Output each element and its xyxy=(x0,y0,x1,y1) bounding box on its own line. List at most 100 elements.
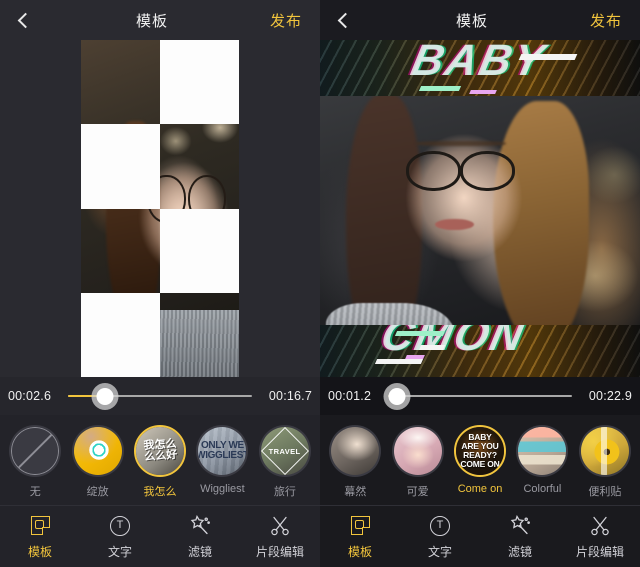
scissors-icon xyxy=(268,514,292,538)
template-label: 我怎么 xyxy=(143,486,177,498)
chevron-left-icon xyxy=(337,12,353,28)
template-thumbnail xyxy=(71,425,124,477)
nav-label: 文字 xyxy=(427,544,452,559)
template-thumbnail: ONLY WE WIGGLIEST xyxy=(196,425,249,477)
no-template-icon xyxy=(11,427,60,475)
page-title: 模板 xyxy=(135,12,168,30)
total-time: 00:16.7 xyxy=(268,389,312,403)
template-item-note[interactable]: 便利贴 xyxy=(574,425,636,499)
template-thumbnail xyxy=(516,425,569,477)
template-label: Wiggliest xyxy=(200,483,245,495)
nav-label: 滤镜 xyxy=(507,544,532,559)
nav-item-template[interactable]: 模板 xyxy=(320,514,400,560)
back-button[interactable] xyxy=(320,0,366,40)
nav-item-filter[interactable]: 滤镜 xyxy=(160,514,240,560)
glitch-band-bottom: CMON xyxy=(320,325,640,377)
video-preview-left[interactable] xyxy=(0,40,320,377)
filter-wand-icon xyxy=(188,514,212,538)
nav-label: 模板 xyxy=(27,544,52,559)
thumbnail-art xyxy=(331,427,380,475)
bottom-nav-left: 模板 T 文字 滤镜 片段编辑 xyxy=(0,505,320,567)
template-label: 可爱 xyxy=(406,486,429,498)
thumbnail-art: ONLY WE WIGGLIEST xyxy=(196,427,249,475)
template-thumbnail: BABY ARE YOU READY? COME ON xyxy=(454,425,507,477)
template-label: 幕然 xyxy=(344,486,367,498)
total-time: 00:22.9 xyxy=(588,389,632,403)
nav-item-text[interactable]: T 文字 xyxy=(80,514,160,560)
thumbnail-art xyxy=(393,427,442,475)
template-label: 旅行 xyxy=(273,486,296,498)
current-time: 00:01.2 xyxy=(328,389,372,403)
template-label: Come on xyxy=(457,483,503,495)
template-carousel-left[interactable]: 无 绽放 我怎么 么么好 我怎么 ONLY WE WIGGLIEST Wiggl… xyxy=(0,415,320,505)
nav-item-text[interactable]: T 文字 xyxy=(400,514,480,560)
publish-button[interactable]: 发布 xyxy=(258,10,320,31)
thumbnail-art: TRAVEL xyxy=(260,427,309,475)
template-label: 绽放 xyxy=(86,486,109,498)
bottom-nav-right: 模板 T 文字 滤镜 片段编辑 xyxy=(320,505,640,567)
template-thumbnail xyxy=(578,425,631,477)
nav-label: 模板 xyxy=(347,544,372,559)
template-label: 便利贴 xyxy=(588,486,622,498)
thumbnail-art: 我怎么 么么好 xyxy=(136,427,185,475)
filter-wand-icon xyxy=(508,514,532,538)
thumbnail-art: BABY ARE YOU READY? COME ON xyxy=(456,427,505,475)
template-label: Colorful xyxy=(523,483,562,495)
template-carousel-right[interactable]: 幕然 可爱 BABY ARE YOU READY? COME ON Come on xyxy=(320,415,640,505)
scissors-icon xyxy=(588,514,612,538)
template-thumbnail xyxy=(329,425,382,477)
template-item-muran[interactable]: 幕然 xyxy=(324,425,386,499)
nav-label: 文字 xyxy=(107,544,132,559)
template-item-none[interactable]: 无 xyxy=(4,425,66,499)
template-item-wozenme[interactable]: 我怎么 么么好 我怎么 xyxy=(129,425,191,499)
app-header: 模板 发布 xyxy=(0,0,320,40)
timeline-left: 00:02.6 00:16.7 xyxy=(0,377,320,415)
current-time: 00:02.6 xyxy=(8,389,52,403)
template-icon xyxy=(348,514,372,538)
video-stage xyxy=(81,40,239,377)
template-item-comeon[interactable]: BABY ARE YOU READY? COME ON Come on xyxy=(449,425,511,495)
nav-item-template[interactable]: 模板 xyxy=(0,514,80,560)
template-item-travel[interactable]: TRAVEL 旅行 xyxy=(254,425,316,499)
template-item-colorful[interactable]: Colorful xyxy=(511,425,573,495)
template-item-zhanfang[interactable]: 绽放 xyxy=(66,425,128,499)
app-header: 模板 发布 xyxy=(320,0,640,40)
timeline-right: 00:01.2 00:22.9 xyxy=(320,377,640,415)
template-item-keai[interactable]: 可爱 xyxy=(386,425,448,499)
thumbnail-art xyxy=(73,427,122,475)
nav-label: 片段编辑 xyxy=(575,544,624,559)
template-label: 无 xyxy=(29,486,41,498)
timeline-scrubber[interactable] xyxy=(388,377,572,415)
thumbnail-art xyxy=(518,427,567,475)
timeline-handle[interactable] xyxy=(388,387,406,405)
chevron-left-icon xyxy=(17,12,33,28)
video-preview-right[interactable]: BABY CMON xyxy=(320,40,640,377)
checkerboard-transition-overlay xyxy=(81,40,239,377)
template-thumbnail: 我怎么 么么好 xyxy=(134,425,187,477)
template-thumbnail xyxy=(9,425,62,477)
nav-label: 滤镜 xyxy=(187,544,212,559)
page-title: 模板 xyxy=(455,12,488,30)
phone-screen-right: 模板 发布 BABY CMON 00:01.2 00:22.9 幕然 可爱 BA… xyxy=(320,0,640,567)
dual-screenshot-container: 模板 发布 00:02.6 00:16.7 无 绽放 我怎么 么么好 我怎么 O… xyxy=(0,0,640,567)
template-item-wiggliest[interactable]: ONLY WE WIGGLIEST Wiggliest xyxy=(191,425,253,495)
glitch-band-top: BABY xyxy=(320,40,640,96)
timeline-scrubber[interactable] xyxy=(68,377,252,415)
template-icon xyxy=(28,514,52,538)
nav-item-filter[interactable]: 滤镜 xyxy=(480,514,560,560)
nav-item-clip-edit[interactable]: 片段编辑 xyxy=(560,514,640,560)
publish-button[interactable]: 发布 xyxy=(578,10,640,31)
thumbnail-text: BABY ARE YOU READY? COME ON xyxy=(460,432,500,469)
thumbnail-art xyxy=(580,427,629,475)
nav-label: 片段编辑 xyxy=(255,544,304,559)
template-thumbnail: TRAVEL xyxy=(258,425,311,477)
timeline-handle[interactable] xyxy=(96,387,114,405)
thumbnail-text: 我怎么 么么好 xyxy=(142,437,178,464)
back-button[interactable] xyxy=(0,0,46,40)
phone-screen-left: 模板 发布 00:02.6 00:16.7 无 绽放 我怎么 么么好 我怎么 O… xyxy=(0,0,320,567)
thumbnail-text: ONLY WE WIGGLIEST xyxy=(196,440,249,461)
template-thumbnail xyxy=(391,425,444,477)
text-icon: T xyxy=(428,514,452,538)
timeline-track xyxy=(388,394,572,398)
nav-item-clip-edit[interactable]: 片段编辑 xyxy=(240,514,320,560)
